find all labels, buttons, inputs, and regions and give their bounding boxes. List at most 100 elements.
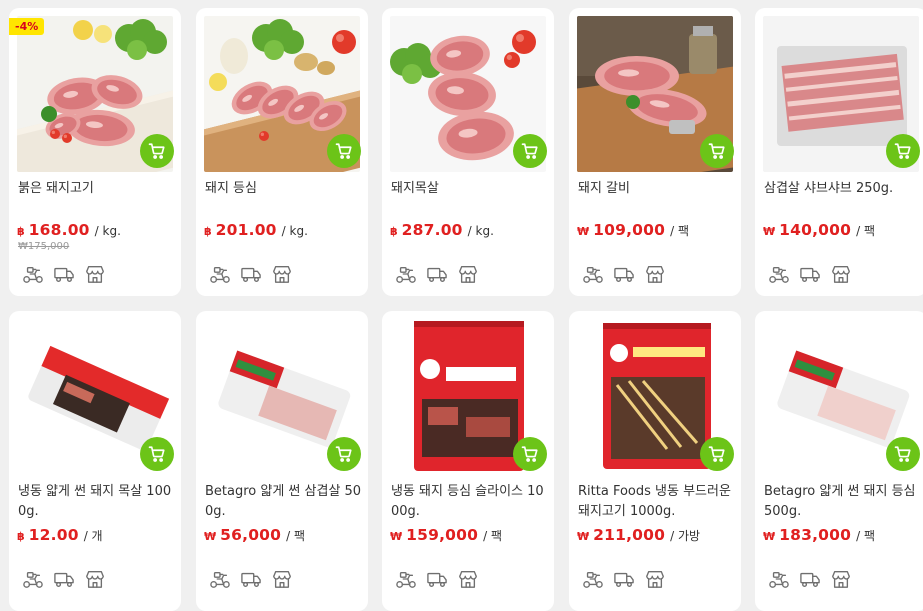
cart-icon — [148, 142, 166, 160]
product-price: 140,000 — [779, 221, 852, 239]
product-card[interactable]: -4% 붉은 돼지고기 ฿ 168.00 / kg. ₩175,000 — [9, 8, 181, 296]
currency-symbol: ฿ — [17, 225, 25, 238]
product-name[interactable]: Betagro 얇게 썬 돼지 등심 500g. — [764, 482, 922, 522]
scooter-delivery-icon — [395, 569, 417, 589]
product-card[interactable]: 돼지 등심 ฿ 201.00 / kg. — [196, 8, 368, 296]
store-pickup-icon — [830, 264, 852, 284]
currency-symbol: ₩ — [763, 225, 776, 238]
truck-delivery-icon — [799, 569, 821, 589]
price-line: ฿ 168.00 / kg. — [17, 220, 121, 239]
truck-delivery-icon — [53, 569, 75, 589]
product-card[interactable]: 돼지 갈비 ₩109,000 / 팩 — [569, 8, 741, 296]
price-line: ₩211,000 / 가방 — [577, 525, 700, 544]
price-unit: / 팩 — [670, 224, 690, 238]
product-card[interactable]: Betagro 얇게 썬 삼겹살 500g. ₩56,000 / 팩 — [196, 311, 368, 611]
currency-symbol: ₩ — [390, 530, 403, 543]
scooter-delivery-icon — [209, 569, 231, 589]
add-to-cart-button[interactable] — [513, 134, 547, 168]
product-name[interactable]: 돼지 갈비 — [578, 179, 736, 199]
product-card[interactable]: 냉동 얇게 썬 돼지 목살 1000g. ฿ 12.00 / 개 — [9, 311, 181, 611]
add-to-cart-button[interactable] — [327, 134, 361, 168]
price-line: ₩109,000 / 팩 — [577, 220, 689, 239]
currency-symbol: ฿ — [390, 225, 398, 238]
delivery-options — [395, 569, 479, 589]
product-price: 56,000 — [220, 526, 282, 544]
add-to-cart-button[interactable] — [886, 437, 920, 471]
currency-symbol: ฿ — [204, 225, 212, 238]
currency-symbol: ₩ — [763, 530, 776, 543]
product-card[interactable]: 냉동 돼지 등심 슬라이스 1000g. ₩159,000 / 팩 — [382, 311, 554, 611]
product-price: 109,000 — [593, 221, 666, 239]
price-line: ฿ 287.00 / kg. — [390, 220, 494, 239]
price-unit: / kg. — [94, 224, 121, 238]
delivery-options — [395, 264, 479, 284]
cart-icon — [708, 142, 726, 160]
scooter-delivery-icon — [582, 569, 604, 589]
price-unit: / 팩 — [483, 529, 503, 543]
store-pickup-icon — [84, 264, 106, 284]
add-to-cart-button[interactable] — [700, 134, 734, 168]
truck-delivery-icon — [240, 569, 262, 589]
cart-icon — [894, 142, 912, 160]
price-line: ₩159,000 / 팩 — [390, 525, 502, 544]
product-price: 287.00 — [401, 221, 463, 239]
price-line: ₩183,000 / 팩 — [763, 525, 875, 544]
truck-delivery-icon — [53, 264, 75, 284]
product-price: 168.00 — [28, 221, 90, 239]
cart-icon — [335, 445, 353, 463]
truck-delivery-icon — [613, 569, 635, 589]
product-name[interactable]: Ritta Foods 냉동 부드러운 돼지고기 1000g. — [578, 482, 736, 522]
product-grid: -4% 붉은 돼지고기 ฿ 168.00/ kg. ₩175,000 돼지 등심 ฿ 201.… — [0, 0, 923, 611]
delivery-options — [582, 264, 666, 284]
product-price: 201.00 — [215, 221, 277, 239]
delivery-options — [768, 264, 852, 284]
product-name[interactable]: 붉은 돼지고기 — [18, 179, 176, 199]
price-line: ₩140,000 / 팩 — [763, 220, 875, 239]
scooter-delivery-icon — [768, 264, 790, 284]
product-card[interactable]: Ritta Foods 냉동 부드러운 돼지고기 1000g. ₩211,000 /… — [569, 311, 741, 611]
cart-icon — [521, 142, 539, 160]
scooter-delivery-icon — [768, 569, 790, 589]
product-name[interactable]: 냉동 얇게 썬 돼지 목살 1000g. — [18, 482, 176, 522]
price-unit: / 팩 — [856, 224, 876, 238]
add-to-cart-button[interactable] — [140, 134, 174, 168]
price-line: ฿ 201.00 / kg. — [204, 220, 308, 239]
price-unit: / 개 — [83, 529, 103, 543]
product-price: 159,000 — [406, 526, 479, 544]
product-card[interactable]: 돼지목살 ฿ 287.00 / kg. — [382, 8, 554, 296]
add-to-cart-button[interactable] — [513, 437, 547, 471]
cart-icon — [521, 445, 539, 463]
currency-symbol: ₩ — [204, 530, 217, 543]
product-name[interactable]: Betagro 얇게 썬 삼겹살 500g. — [205, 482, 363, 522]
store-pickup-icon — [271, 569, 293, 589]
truck-delivery-icon — [799, 264, 821, 284]
store-pickup-icon — [644, 569, 666, 589]
currency-symbol: ฿ — [17, 530, 25, 543]
delivery-options — [22, 569, 106, 589]
product-name[interactable]: 냉동 돼지 등심 슬라이스 1000g. — [391, 482, 549, 522]
product-name[interactable]: 돼지 등심 — [205, 179, 363, 199]
truck-delivery-icon — [426, 264, 448, 284]
add-to-cart-button[interactable] — [886, 134, 920, 168]
delivery-options — [22, 264, 106, 284]
scooter-delivery-icon — [209, 264, 231, 284]
price-unit: / 팩 — [286, 529, 306, 543]
product-name[interactable]: 돼지목살 — [391, 179, 549, 199]
scooter-delivery-icon — [582, 264, 604, 284]
product-name[interactable]: 삼겹살 샤브샤브 250g. — [764, 179, 922, 199]
add-to-cart-button[interactable] — [700, 437, 734, 471]
add-to-cart-button[interactable] — [140, 437, 174, 471]
cart-icon — [708, 445, 726, 463]
scooter-delivery-icon — [22, 569, 44, 589]
cart-icon — [335, 142, 353, 160]
original-price: ₩175,000 — [18, 241, 70, 252]
price-unit: / kg. — [281, 224, 308, 238]
discount-badge: -4% — [9, 18, 45, 35]
add-to-cart-button[interactable] — [327, 437, 361, 471]
scooter-delivery-icon — [395, 264, 417, 284]
store-pickup-icon — [644, 264, 666, 284]
product-card[interactable]: Betagro 얇게 썬 돼지 등심 500g. ₩183,000 / 팩 — [755, 311, 923, 611]
product-card[interactable]: 삼겹살 샤브샤브 250g. ₩140,000 / 팩 — [755, 8, 923, 296]
price-line: ₩56,000 / 팩 — [204, 525, 305, 544]
delivery-options — [768, 569, 852, 589]
